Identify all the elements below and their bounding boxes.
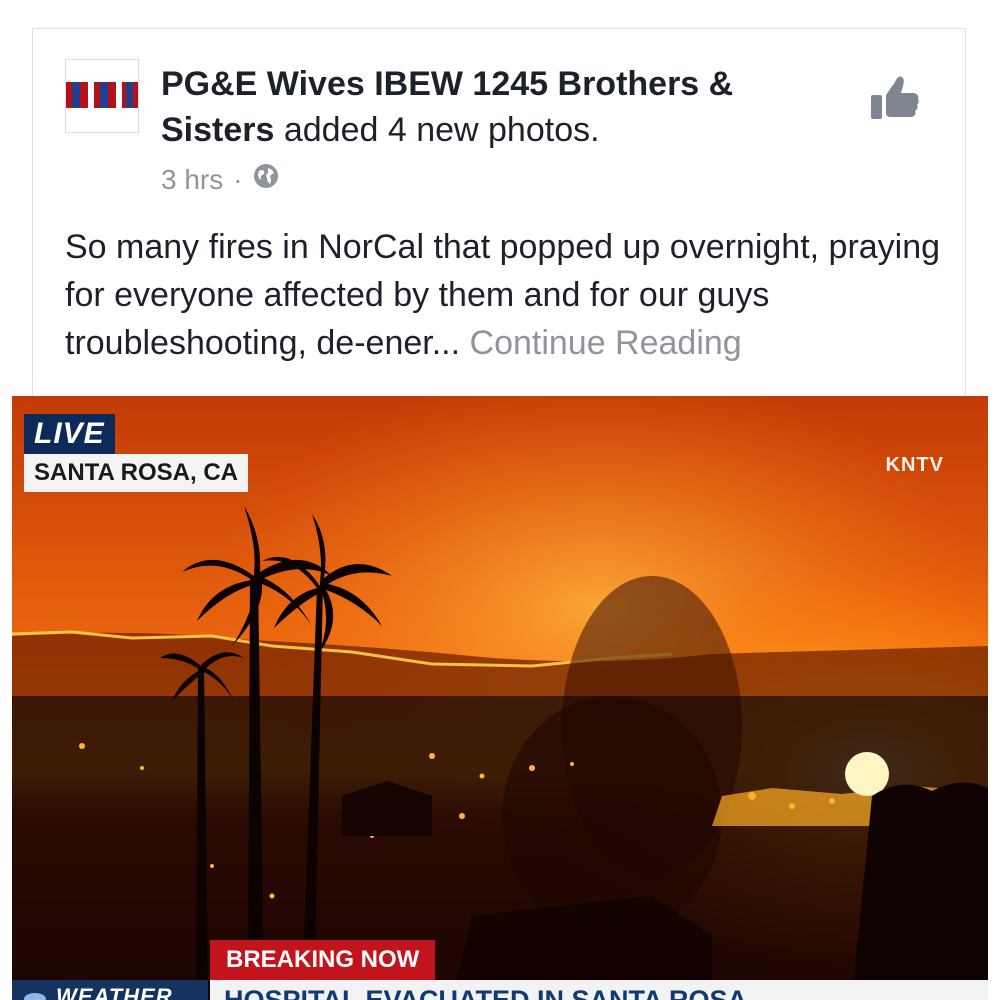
post-body: So many fires in NorCal that popped up o… (65, 223, 945, 367)
cloud-icon (24, 993, 46, 1000)
news-headline: HOSPITAL EVACUATED IN SANTA ROSA (224, 985, 748, 1000)
post-action-text: added 4 new photos. (283, 111, 600, 149)
like-button[interactable] (867, 69, 923, 125)
continue-reading-link[interactable]: Continue Reading (470, 324, 742, 362)
news-headline-bar: HOSPITAL EVACUATED IN SANTA ROSA (210, 980, 988, 1000)
globe-icon (253, 163, 279, 196)
page-avatar[interactable] (65, 59, 139, 133)
post-header: PG&E Wives IBEW 1245 Brothers & Sisters … (161, 61, 821, 153)
avatar-flag-image (66, 82, 138, 108)
post-photo[interactable]: LIVE SANTA ROSA, CA KNTV BREAKING NOW WE… (12, 396, 988, 1000)
station-logo: KNTV (885, 454, 944, 476)
location-label: SANTA ROSA, CA (24, 454, 248, 492)
post-meta: 3 hrs · (161, 163, 279, 196)
post-timestamp[interactable]: 3 hrs (161, 164, 223, 196)
meta-separator: · (233, 163, 243, 195)
post-card: PG&E Wives IBEW 1245 Brothers & Sisters … (32, 28, 966, 408)
breaking-now-banner: BREAKING NOW (210, 940, 436, 980)
weather-label: WEATHER (56, 984, 173, 1000)
live-badge: LIVE (24, 414, 115, 454)
weather-bar: WEATHER (12, 980, 208, 1000)
thumbs-up-icon (871, 76, 919, 119)
